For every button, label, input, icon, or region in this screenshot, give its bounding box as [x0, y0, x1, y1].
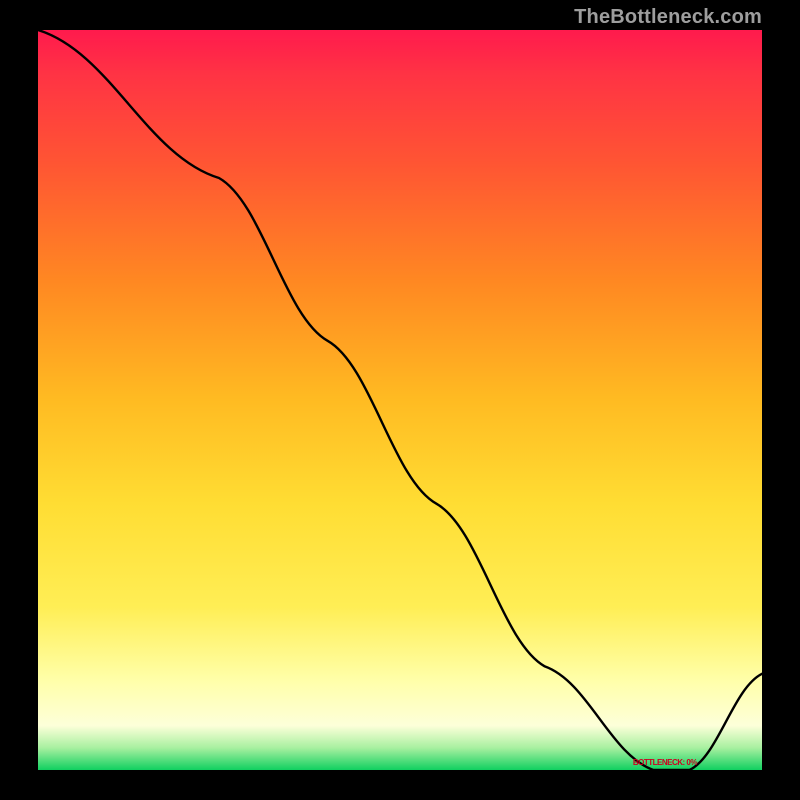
data-line — [38, 30, 762, 770]
watermark-text: TheBottleneck.com — [574, 6, 762, 29]
chart-frame: TheBottleneck.com BOTTLENECK: 0% — [0, 0, 800, 800]
plot-area: BOTTLENECK: 0% — [38, 30, 762, 770]
bottleneck-label: BOTTLENECK: 0% — [633, 758, 697, 767]
